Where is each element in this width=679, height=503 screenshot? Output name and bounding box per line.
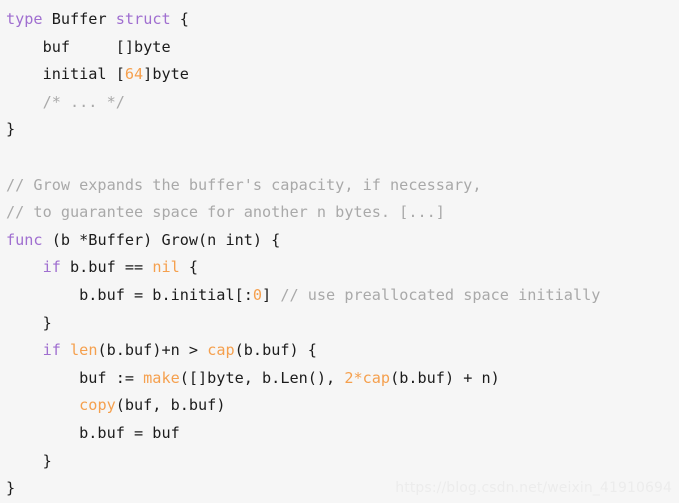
code-line: }: [6, 310, 679, 338]
code-token-plain: (b.buf) + n): [390, 368, 500, 387]
code-line: buf := make([]byte, b.Len(), 2*cap(b.buf…: [6, 365, 679, 393]
code-token-builtin: cap: [362, 368, 391, 387]
code-line: buf []byte: [6, 34, 679, 62]
code-line: b.buf = b.initial[:0] // use preallocate…: [6, 282, 679, 310]
code-line: copy(buf, b.buf): [6, 392, 679, 420]
code-token-plain: buf []byte: [6, 37, 171, 56]
code-line: type Buffer struct {: [6, 6, 679, 34]
code-token-plain: Buffer: [51, 10, 107, 28]
code-line: }: [6, 448, 679, 476]
code-token-plain: }: [6, 451, 52, 470]
code-token-builtin: copy: [79, 396, 116, 415]
code-token-comment: /* ... */: [42, 92, 125, 111]
code-token-plain: buf :=: [6, 368, 144, 387]
code-line: }: [6, 116, 679, 144]
code-snippet-block: type Buffer struct { buf []byte initial …: [0, 0, 679, 501]
code-token-kw: struct: [115, 10, 171, 28]
code-token-plain: {: [179, 258, 199, 277]
code-token-kw: if: [42, 341, 61, 360]
code-token-comment: // Grow expands the buffer's capacity, i…: [6, 175, 482, 194]
code-token-plain: b.buf = buf: [6, 423, 180, 442]
code-line: func (b *Buffer) Grow(n int) {: [6, 227, 679, 255]
code-line: b.buf = buf: [6, 420, 679, 448]
code-token-plain: ]: [262, 285, 281, 304]
code-token-builtin: nil: [152, 258, 180, 277]
code-token-plain: b.buf ==: [60, 258, 153, 277]
code-token-plain: (b.buf)+n >: [97, 341, 208, 360]
code-line: // Grow expands the buffer's capacity, i…: [6, 172, 679, 200]
code-token-plain: b.buf = b.initial[:: [6, 285, 253, 304]
code-token-builtin: len: [70, 341, 98, 360]
code-token-builtin: make: [143, 368, 180, 387]
code-token-builtin: *: [353, 368, 363, 387]
code-token-plain: (b *Buffer) Grow(n int) {: [42, 230, 281, 249]
code-token-plain: }: [6, 313, 52, 332]
code-lines-container: type Buffer struct { buf []byte initial …: [6, 6, 679, 503]
code-token-plain: ]byte: [143, 65, 189, 84]
code-line: }: [6, 475, 679, 503]
code-line: if b.buf == nil {: [6, 254, 679, 282]
code-token-num: 0: [252, 285, 263, 304]
code-token-kw: func: [6, 230, 43, 249]
code-line: initial [64]byte: [6, 61, 679, 89]
code-token-plain: }: [6, 479, 16, 498]
code-line: // to guarantee space for another n byte…: [6, 199, 679, 227]
code-token-kw: type: [6, 10, 43, 28]
code-token-builtin: cap: [207, 341, 235, 360]
code-token-plain: ([]byte, b.Len(),: [179, 368, 345, 387]
code-line: if len(b.buf)+n > cap(b.buf) {: [6, 337, 679, 365]
code-token-plain: (buf, b.buf): [115, 396, 226, 415]
code-token-plain: {: [170, 10, 189, 28]
code-token-comment: // use preallocated space initially: [280, 285, 601, 304]
code-token-plain: initial [: [6, 65, 125, 84]
code-token-kw: if: [42, 258, 61, 277]
code-token-plain: (b.buf) {: [234, 341, 317, 360]
code-token-num: 64: [124, 65, 144, 84]
code-line: /* ... */: [6, 89, 679, 117]
code-token-comment: // to guarantee space for another n byte…: [6, 203, 445, 222]
code-token-plain: }: [6, 120, 16, 139]
